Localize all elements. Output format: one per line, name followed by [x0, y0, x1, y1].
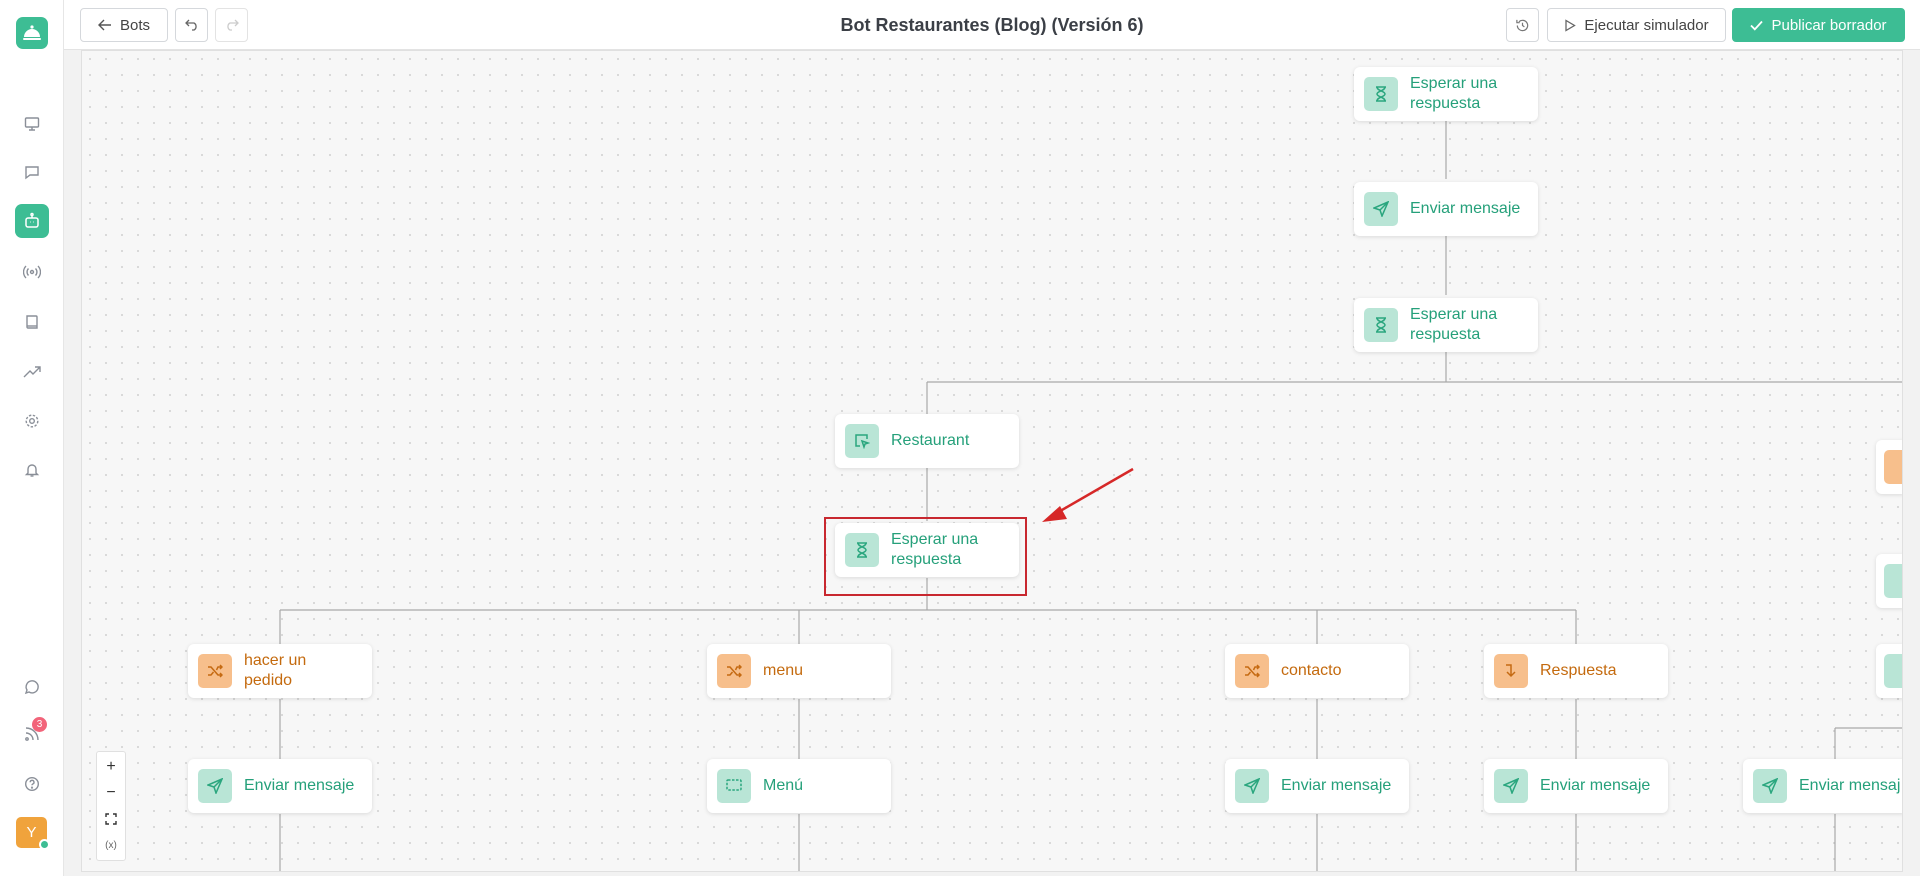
redo-icon: [226, 19, 239, 31]
run-simulator-button[interactable]: Ejecutar simulador: [1547, 8, 1726, 42]
book-icon[interactable]: [22, 312, 42, 332]
arrow-left-icon: [97, 19, 111, 31]
undo-icon: [184, 19, 197, 31]
check-icon: [1750, 20, 1764, 31]
run-simulator-label: Ejecutar simulador: [1584, 16, 1709, 34]
redo-button[interactable]: [215, 8, 248, 42]
broadcast-icon[interactable]: [22, 262, 42, 282]
back-button-label: Bots: [119, 16, 150, 34]
expand-icon: [105, 813, 117, 825]
undo-button[interactable]: [175, 8, 208, 42]
zoom-out-button[interactable]: −: [97, 780, 125, 806]
trending-up-icon[interactable]: [22, 362, 42, 382]
publish-draft-label: Publicar borrador: [1771, 16, 1887, 34]
top-toolbar: Bot Restaurantes (Blog) (Versión 6) Bots…: [64, 0, 1920, 50]
publish-draft-button[interactable]: Publicar borrador: [1732, 8, 1905, 42]
gear-icon[interactable]: [22, 411, 42, 431]
fit-view-button[interactable]: [97, 806, 125, 832]
annotation-red-arrow: [1042, 467, 1134, 522]
bot-icon[interactable]: [15, 204, 49, 238]
sidebar: 3 Y: [0, 0, 64, 876]
zoom-in-button[interactable]: +: [97, 754, 125, 780]
flow-canvas[interactable]: Esperar una respuesta Enviar mensaje Esp…: [81, 50, 1903, 872]
chat-icon[interactable]: [22, 162, 42, 182]
app-logo[interactable]: [16, 17, 48, 49]
help-icon[interactable]: [22, 774, 42, 794]
monitor-icon[interactable]: [22, 114, 42, 134]
back-to-bots-button[interactable]: Bots: [80, 8, 168, 42]
cloche-icon: [23, 25, 41, 40]
history-icon: [1516, 19, 1529, 31]
zoom-controls: + − (x): [96, 751, 126, 861]
whatsapp-icon[interactable]: [22, 677, 42, 697]
variables-button[interactable]: (x): [97, 832, 125, 858]
play-icon: [1565, 18, 1577, 32]
notifications-badge: 3: [32, 717, 47, 732]
version-history-button[interactable]: [1506, 8, 1539, 42]
bell-icon[interactable]: [22, 460, 42, 480]
online-status-dot: [39, 839, 50, 850]
